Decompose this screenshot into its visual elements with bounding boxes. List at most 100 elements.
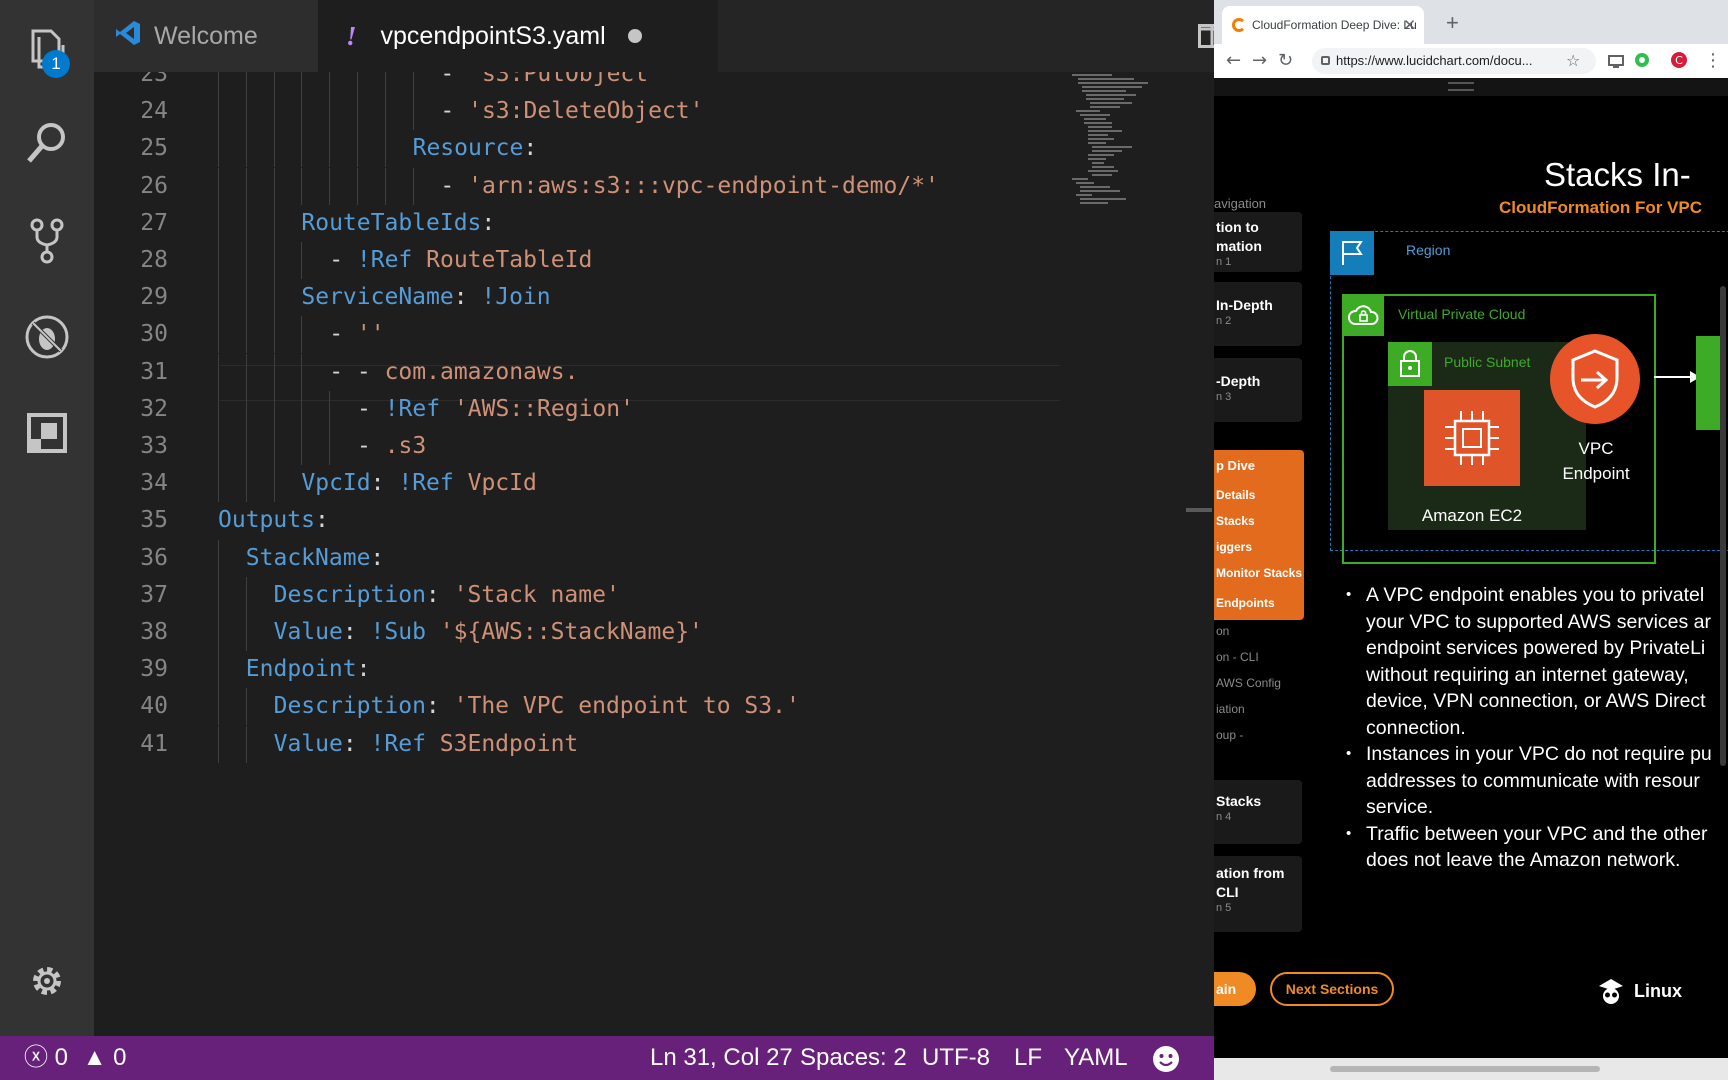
slide-subtitle: CloudFormation For VPC — [1499, 198, 1703, 217]
code-line[interactable]: 30 - '' — [94, 316, 1054, 354]
code-line[interactable]: 29 ServiceName: !Join — [94, 279, 1054, 317]
code-line[interactable]: 37 Description: 'Stack name' — [94, 576, 1054, 614]
lesson-item-4[interactable]: Stacks n 4 — [1214, 780, 1302, 844]
cursor-position[interactable]: Ln 31, Col 27 — [650, 1036, 793, 1080]
profile-avatar-icon[interactable]: C — [1670, 51, 1688, 74]
search-icon[interactable] — [20, 116, 74, 170]
lesson-item-3[interactable]: -Depth n 3 — [1214, 358, 1302, 422]
drag-handle-icon[interactable] — [1448, 82, 1474, 91]
indent-guide — [245, 390, 247, 428]
code-line[interactable]: 26 - 'arn:aws:s3:::vpc-endpoint-demo/*' — [94, 167, 1054, 205]
unsaved-dot-icon[interactable] — [627, 29, 642, 43]
section-item-details[interactable]: Details — [1216, 488, 1255, 502]
extension-green-icon[interactable] — [1634, 52, 1650, 73]
horizontal-scroll-thumb[interactable] — [1330, 1066, 1600, 1072]
section-item-endpoints[interactable]: Endpoints — [1216, 596, 1275, 610]
code-token: Outputs — [218, 507, 315, 534]
code-line[interactable]: 34 VpcId: !Ref VpcId — [94, 465, 1054, 503]
encoding-setting[interactable]: UTF-8 — [922, 1036, 990, 1080]
code-token: Description — [273, 693, 426, 720]
forward-icon[interactable]: → — [1252, 50, 1267, 71]
horizontal-scrollbar[interactable] — [1214, 1058, 1728, 1080]
section-item-stacks[interactable]: Stacks — [1216, 514, 1255, 528]
again-button[interactable]: ain — [1214, 972, 1256, 1006]
indentation-setting[interactable]: Spaces: 2 — [800, 1036, 907, 1080]
code-line[interactable]: 32 - !Ref 'AWS::Region' — [94, 390, 1054, 428]
sidebar-item-oup[interactable]: oup - — [1216, 728, 1243, 742]
errors-indicator[interactable]: ⓧ 0 ▲ 0 — [24, 1036, 127, 1080]
sidebar-item-on[interactable]: on — [1216, 624, 1229, 638]
code-line[interactable]: 28 - !Ref RouteTableId — [94, 242, 1054, 279]
code-text: Description: 'The VPC endpoint to S3.' — [274, 688, 800, 725]
browser-tab[interactable]: CloudFormation Deep Dive: Lu ✕ — [1222, 6, 1424, 44]
indent-guide — [301, 72, 303, 93]
line-number: 30 — [140, 321, 168, 348]
back-icon[interactable]: ← — [1226, 50, 1241, 71]
code-line[interactable]: 25 Resource: — [94, 130, 1054, 168]
indent-guide — [218, 651, 219, 689]
code-token: 'The VPC endpoint to S3.' — [453, 693, 800, 720]
code-line[interactable]: 36 StackName: — [94, 539, 1054, 577]
yaml-exclamation-icon: ! — [346, 20, 357, 51]
new-tab-button[interactable]: + — [1446, 10, 1459, 36]
indent-guide — [412, 93, 414, 131]
code-line[interactable]: 24 - 's3:DeleteObject' — [94, 93, 1054, 131]
slide-scrollbar[interactable] — [1720, 286, 1726, 766]
code-line[interactable]: 40 Description: 'The VPC endpoint to S3.' — [94, 688, 1054, 726]
line-number: 26 — [140, 172, 168, 199]
line-ending-setting[interactable]: LF — [1014, 1036, 1042, 1080]
lesson-item-5[interactable]: ation from CLI n 5 — [1214, 856, 1302, 932]
code-token: : — [370, 470, 399, 497]
code-line[interactable]: 41 Value: !Ref S3Endpoint — [94, 725, 1054, 763]
sidebar-item-on-cli[interactable]: on - CLI — [1216, 650, 1259, 664]
gear-icon[interactable] — [20, 954, 74, 1008]
code-text: Outputs: — [218, 502, 329, 539]
code-token: - — [329, 321, 357, 348]
reload-icon[interactable]: ↻ — [1278, 50, 1293, 71]
close-tab-icon[interactable]: ✕ — [1403, 16, 1416, 34]
sidebar-item-aws-config[interactable]: AWS Config — [1216, 676, 1281, 690]
code-line[interactable]: 35 Outputs: — [94, 502, 1054, 539]
indent-guide — [301, 130, 303, 168]
code-token: 's3:PutObject' — [468, 72, 662, 87]
source-control-icon[interactable] — [20, 214, 74, 268]
bookmark-star-icon[interactable]: ☆ — [1566, 51, 1580, 70]
code-line[interactable]: 39 Endpoint: — [94, 651, 1054, 689]
tab-welcome[interactable]: Welcome — [94, 0, 318, 72]
code-line[interactable]: 38 Value: !Sub '${AWS::StackName}' — [94, 614, 1054, 651]
extension-monitor-icon[interactable] — [1608, 53, 1624, 74]
sidebar-item-iation[interactable]: iation — [1216, 702, 1245, 716]
debug-icon[interactable] — [20, 310, 74, 364]
browser-menu-icon[interactable]: ⋮ — [1704, 50, 1722, 71]
indent-guide — [245, 204, 247, 242]
tab-vpcendpoints3-yaml[interactable]: ! vpcendpointS3.yaml — [318, 0, 718, 72]
code-line[interactable]: 31 - - com.amazonaws. — [94, 353, 1054, 391]
code-line[interactable]: 27 RouteTableIds: — [94, 204, 1054, 242]
lesson-item-2[interactable]: In-Depth n 2 — [1214, 282, 1302, 346]
extensions-icon[interactable] — [20, 406, 74, 460]
editor-scroll-indicator[interactable] — [1186, 508, 1212, 512]
lesson-5-sub: n 5 — [1216, 902, 1232, 914]
smiley-icon[interactable] — [1152, 1044, 1180, 1080]
section-item-triggers[interactable]: iggers — [1216, 540, 1252, 554]
next-sections-button[interactable]: Next Sections — [1270, 972, 1394, 1006]
minimap[interactable] — [1068, 72, 1188, 232]
activity-bar: 1 — [0, 0, 94, 1036]
indent-guide — [301, 93, 303, 131]
linux-academy-logo: Linux — [1596, 976, 1682, 1006]
line-number: 27 — [140, 209, 168, 236]
indent-guide — [245, 614, 247, 651]
address-bar[interactable]: https://www.lucidchart.com/docu... — [1312, 48, 1596, 74]
code-line[interactable]: 33 - .s3 — [94, 428, 1054, 465]
code-editor[interactable]: 23- 's3:PutObject' 24- 's3:DeleteObject' 2… — [94, 72, 1214, 1036]
section-item-monitor-stacks[interactable]: Monitor Stacks — [1216, 566, 1302, 580]
code-line[interactable]: 23 - 's3:PutObject' — [94, 72, 1054, 93]
lesson-item-1[interactable]: tion to mation n 1 — [1214, 212, 1302, 272]
lesson-3-sub: n 3 — [1216, 391, 1232, 403]
files-badge: 1 — [42, 50, 70, 78]
lesson-5-title: ation from CLI — [1216, 865, 1285, 900]
browser-toolbar: ← → ↻ https://www.lucidchart.com/docu...… — [1214, 44, 1728, 78]
indent-guide — [245, 353, 247, 391]
browser-tab-title: CloudFormation Deep Dive: Lu — [1252, 18, 1417, 32]
language-mode[interactable]: YAML — [1064, 1036, 1128, 1080]
